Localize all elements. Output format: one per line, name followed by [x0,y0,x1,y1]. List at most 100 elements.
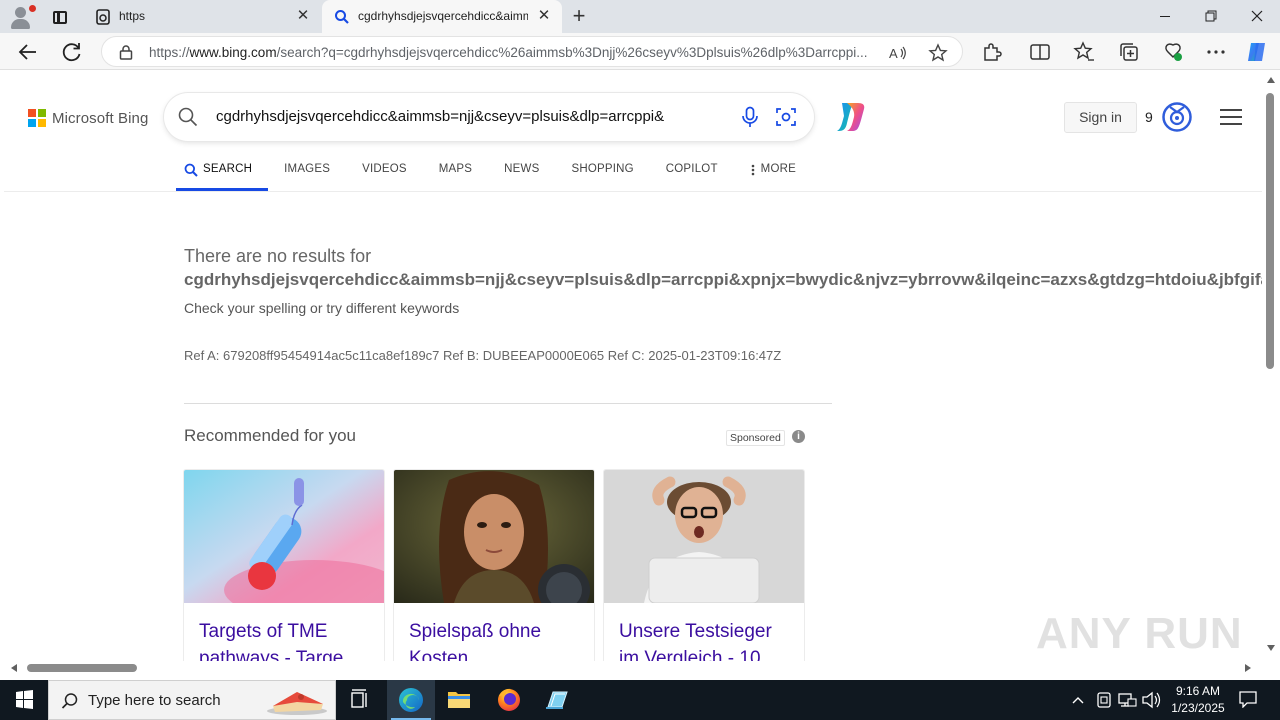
tab-title: cgdrhyhsdjejsvqercehdicc&aimmsb=njj&csey… [358,9,528,23]
profile-icon[interactable] [8,4,36,30]
search-icon [61,693,78,709]
vertical-scroll-thumb[interactable] [1266,93,1274,369]
recommended-title: Recommended for you [184,426,356,445]
scroll-down-arrow-icon[interactable] [1267,645,1275,651]
file-explorer-icon[interactable] [435,680,483,720]
scroll-up-arrow-icon[interactable] [1267,77,1275,83]
address-bar[interactable]: https://www.bing.com/search?q=cgdrhyhsdj… [101,36,963,67]
page-favicon-icon [96,9,110,25]
split-screen-icon[interactable] [1028,40,1052,64]
sign-in-button[interactable]: Sign in [1064,102,1137,133]
sponsored-label: Sponsored [726,430,785,446]
show-hidden-icons-chevron-icon[interactable] [1068,680,1088,720]
horizontal-scrollbar[interactable] [0,661,1280,675]
browser-tab-https[interactable]: https ✕ [83,0,321,33]
restore-icon [1205,10,1217,22]
windows-start-icon[interactable] [0,680,48,720]
bing-logo[interactable]: Microsoft Bing [28,108,148,128]
search-icon[interactable] [178,107,198,127]
microphone-icon[interactable] [740,106,760,128]
vertical-scrollbar[interactable] [1262,71,1280,661]
search-input[interactable]: cgdrhyhsdjejsvqercehdicc&aimmsb=njj&csey… [216,108,698,125]
more-options-icon[interactable] [1204,40,1228,64]
notepad-app-icon[interactable] [533,680,581,720]
restore-button[interactable] [1188,0,1234,33]
browser-tab-strip: https ✕ cgdrhyhsdjejsvqercehdicc&aimmsb=… [0,0,1280,33]
minimize-button[interactable] [1142,0,1188,33]
search-tab-icon [184,163,198,177]
copilot-logo-icon[interactable] [832,99,868,135]
rewards-points[interactable]: 9 [1145,109,1153,125]
spelling-hint: Check your spelling or try different key… [184,300,460,316]
visual-search-icon[interactable] [775,106,797,128]
recommended-card[interactable]: Targets of TME pathways - Targe [184,470,384,661]
minimize-icon [1160,16,1170,17]
notification-center-icon[interactable] [1238,690,1258,708]
firefox-icon[interactable] [485,680,533,720]
extensions-icon[interactable] [980,40,1004,64]
search-nav-tabs: SEARCH IMAGES VIDEOS MAPS NEWS SHOPPING … [176,157,812,191]
new-tab-button[interactable]: + [566,5,592,29]
edge-icon [399,688,423,712]
collections-icon[interactable] [1117,40,1141,64]
windows-taskbar: Type here to search 9:16 AM 1/23/2025 [0,680,1280,720]
browser-essentials-icon[interactable] [1161,40,1185,64]
read-aloud-icon[interactable]: A [888,43,908,63]
favorites-icon[interactable] [1072,40,1096,64]
tab-label: MORE [760,163,796,175]
volume-icon[interactable] [1140,680,1162,720]
more-dots-icon [751,164,754,176]
tab-more[interactable]: MORE [734,157,812,191]
recommended-card[interactable]: Spielspaß ohne Kosten [394,470,594,661]
lock-icon[interactable] [119,45,133,60]
network-icon[interactable] [1116,680,1138,720]
anyrun-watermark: ANY RUN [1036,609,1243,658]
info-icon[interactable]: i [792,430,805,443]
tab-videos[interactable]: VIDEOS [346,157,423,191]
tab-actions-icon[interactable] [46,4,72,30]
microsoft-logo-icon [28,109,46,127]
meet-now-icon[interactable] [1094,680,1114,720]
close-icon [1251,10,1263,22]
url-text[interactable]: https://www.bing.com/search?q=cgdrhyhsdj… [149,45,879,60]
tab-shopping[interactable]: SHOPPING [555,157,649,191]
tab-images[interactable]: IMAGES [268,157,346,191]
card-title[interactable]: Spielspaß ohne Kosten [409,618,584,661]
close-tab-icon[interactable]: ✕ [295,8,311,24]
back-arrow-icon[interactable] [13,37,43,67]
favorite-star-icon[interactable] [928,43,948,63]
search-box[interactable]: cgdrhyhsdjejsvqercehdicc&aimmsb=njj&csey… [164,93,814,141]
recommended-card[interactable]: Unsere Testsieger im Vergleich - 10 [604,470,804,661]
tab-copilot[interactable]: COPILOT [650,157,734,191]
tab-search[interactable]: SEARCH [176,157,269,191]
system-clock[interactable]: 9:16 AM 1/23/2025 [1160,683,1236,717]
card-image-warrior [394,470,594,603]
tab-news[interactable]: NEWS [488,157,555,191]
clock-time: 9:16 AM [1175,684,1221,698]
task-view-icon[interactable] [336,680,384,720]
settings-menu-icon[interactable] [1220,109,1242,127]
rewards-medal-icon[interactable] [1161,101,1193,133]
browser-tab-bing[interactable]: cgdrhyhsdjejsvqercehdicc&aimmsb=njj&csey… [322,0,562,33]
taskbar-search-box[interactable]: Type here to search [48,680,336,720]
scroll-right-arrow-icon[interactable] [1245,664,1251,672]
no-results-prefix: There are no results for [184,246,372,266]
scroll-left-arrow-icon[interactable] [11,664,17,672]
copilot-sidebar-icon[interactable] [1245,40,1269,64]
card-title[interactable]: Unsere Testsieger im Vergleich - 10 [619,618,794,661]
search-favicon-icon [335,10,349,24]
nav-divider [4,191,1262,192]
taskbar-edge-app[interactable] [387,680,435,720]
taskbar-search-placeholder[interactable]: Type here to search [88,692,221,709]
card-image-capsule [184,470,384,603]
card-title[interactable]: Targets of TME pathways - Targe [199,618,374,661]
clock-date: 1/23/2025 [1171,701,1225,715]
close-tab-icon[interactable]: ✕ [536,8,552,24]
close-window-button[interactable] [1234,0,1280,33]
tab-maps[interactable]: MAPS [423,157,488,191]
horizontal-scroll-thumb[interactable] [27,664,137,672]
no-results-message: There are no results for cgdrhyhsdjejsvq… [184,246,1262,289]
bing-logo-text: Microsoft Bing [52,109,149,127]
search-highlight-cake-icon [267,692,327,715]
refresh-icon[interactable] [57,37,87,67]
